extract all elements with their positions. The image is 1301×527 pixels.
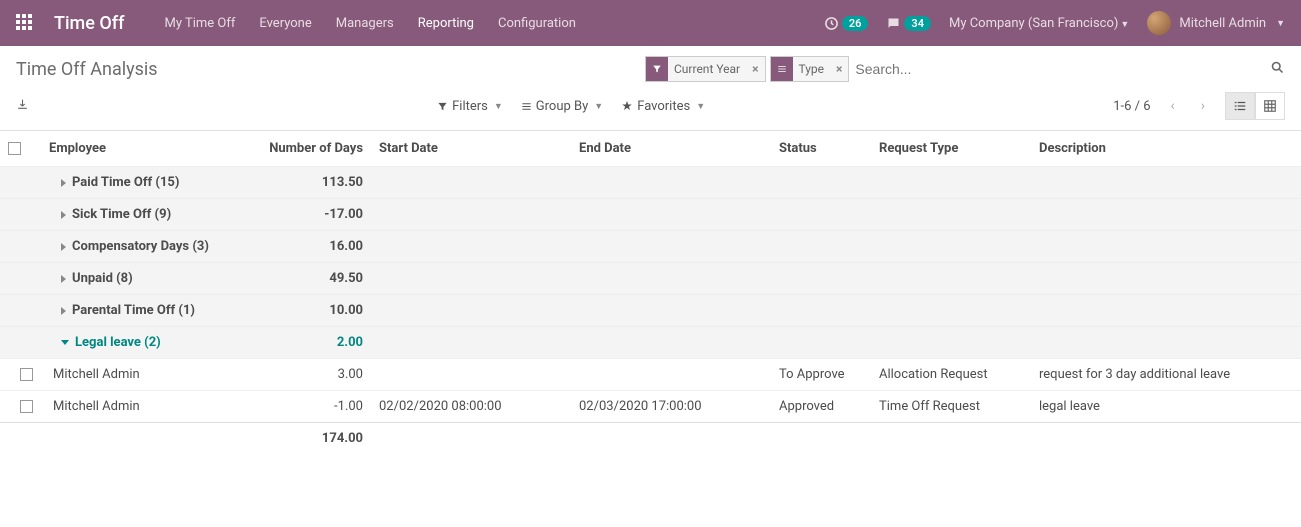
col-employee[interactable]: Employee (41, 131, 241, 167)
user-name: Mitchell Admin (1179, 16, 1266, 31)
star-icon (621, 100, 633, 112)
list-view-button[interactable] (1225, 92, 1255, 120)
facet-type: Type × (770, 56, 850, 82)
breadcrumb: Time Off Analysis (16, 59, 158, 80)
nav-configuration[interactable]: Configuration (498, 16, 576, 31)
chevron-right-icon (61, 307, 66, 315)
pager-next[interactable]: › (1195, 94, 1211, 118)
group-row[interactable]: Legal leave (2)2.00 (0, 327, 1301, 359)
list-icon (521, 101, 532, 112)
topbar: Time Off My Time Off Everyone Managers R… (0, 0, 1301, 46)
activities-button[interactable]: 26 (824, 16, 869, 31)
chevron-right-icon (61, 211, 66, 219)
chevron-right-icon (61, 275, 66, 283)
col-description[interactable]: Description (1031, 131, 1301, 167)
total-days: 174.00 (241, 423, 371, 455)
pivot-view-button[interactable] (1255, 92, 1285, 120)
filter-icon (646, 57, 668, 81)
favorites-button[interactable]: Favorites▼ (621, 99, 705, 114)
col-type[interactable]: Request Type (871, 131, 1031, 167)
group-row[interactable]: Parental Time Off (1)10.00 (0, 295, 1301, 327)
control-panel-bottom: Filters▼ Group By▼ Favorites▼ 1-6 / 6 ‹ … (0, 88, 1301, 131)
clock-icon (824, 16, 839, 31)
filters-button[interactable]: Filters▼ (437, 99, 503, 114)
apps-icon[interactable] (16, 14, 34, 32)
avatar (1147, 11, 1171, 35)
chevron-right-icon (61, 179, 66, 187)
search-input[interactable] (855, 56, 1262, 82)
company-switcher[interactable]: My Company (San Francisco)▼ (949, 16, 1129, 31)
select-all-checkbox[interactable] (8, 142, 21, 155)
chevron-down-icon (61, 340, 69, 345)
chat-icon (886, 16, 901, 31)
app-title: Time Off (54, 13, 124, 34)
col-start[interactable]: Start Date (371, 131, 571, 167)
group-row[interactable]: Paid Time Off (15)113.50 (0, 167, 1301, 199)
control-panel-top: Time Off Analysis Current Year × Type × (0, 46, 1301, 88)
row-checkbox[interactable] (20, 368, 33, 381)
group-icon (771, 57, 793, 81)
view-switcher (1225, 92, 1285, 120)
nav-reporting[interactable]: Reporting (418, 16, 474, 31)
nav-my-time-off[interactable]: My Time Off (164, 16, 235, 31)
group-row[interactable]: Sick Time Off (9)-17.00 (0, 199, 1301, 231)
table-row[interactable]: Mitchell Admin-1.0002/02/2020 08:00:0002… (0, 391, 1301, 423)
search-facets: Current Year × Type × (645, 56, 849, 82)
search-icon[interactable] (1270, 60, 1285, 79)
pager-prev[interactable]: ‹ (1165, 94, 1181, 118)
activities-count: 26 (842, 16, 869, 31)
col-status[interactable]: Status (771, 131, 871, 167)
table-header-row: Employee Number of Days Start Date End D… (0, 131, 1301, 167)
facet-remove-icon[interactable]: × (830, 62, 848, 76)
col-days[interactable]: Number of Days (241, 131, 371, 167)
download-icon[interactable] (16, 98, 29, 115)
messages-button[interactable]: 34 (886, 16, 931, 31)
table-footer: 174.00 (0, 423, 1301, 455)
row-checkbox[interactable] (20, 400, 33, 413)
messages-count: 34 (904, 16, 931, 31)
table-row[interactable]: Mitchell Admin3.00To ApproveAllocation R… (0, 359, 1301, 391)
group-row[interactable]: Compensatory Days (3)16.00 (0, 231, 1301, 263)
data-table: Employee Number of Days Start Date End D… (0, 131, 1301, 454)
filter-icon (437, 101, 448, 112)
nav-links: My Time Off Everyone Managers Reporting … (164, 16, 575, 31)
facet-current-year: Current Year × (645, 56, 766, 82)
nav-everyone[interactable]: Everyone (259, 16, 311, 31)
group-row[interactable]: Unpaid (8)49.50 (0, 263, 1301, 295)
nav-managers[interactable]: Managers (336, 16, 394, 31)
groupby-button[interactable]: Group By▼ (521, 99, 603, 114)
user-menu[interactable]: Mitchell Admin▼ (1147, 11, 1285, 35)
search-bar: Current Year × Type × (645, 56, 1285, 82)
col-end[interactable]: End Date (571, 131, 771, 167)
chevron-right-icon (61, 243, 66, 251)
pager[interactable]: 1-6 / 6 (1113, 99, 1150, 114)
facet-remove-icon[interactable]: × (746, 62, 764, 76)
